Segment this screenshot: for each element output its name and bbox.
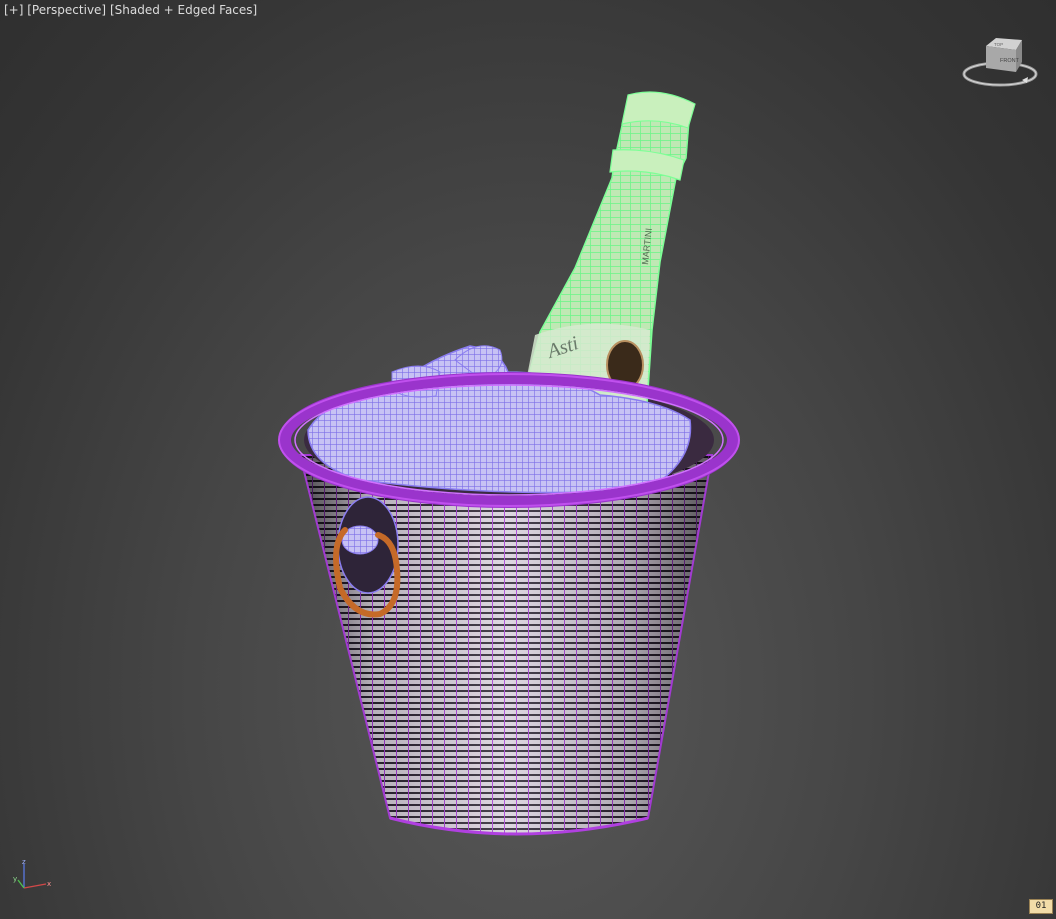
axis-tripod: z x y [13,858,51,889]
frame-counter: 01 [1029,899,1053,914]
axis-z-label: z [22,858,26,866]
viewport-scene[interactable]: Asti MARTINI [0,0,1056,919]
axis-y-label: y [13,875,17,883]
viewcube-top-label: TOP [994,42,1003,47]
viewcube-front-label: FRONT [1000,58,1020,64]
axis-x-label: x [47,880,51,888]
bottle-model[interactable]: Asti MARTINI [519,91,696,421]
viewcube-widget[interactable]: FRONT TOP [958,30,1040,92]
